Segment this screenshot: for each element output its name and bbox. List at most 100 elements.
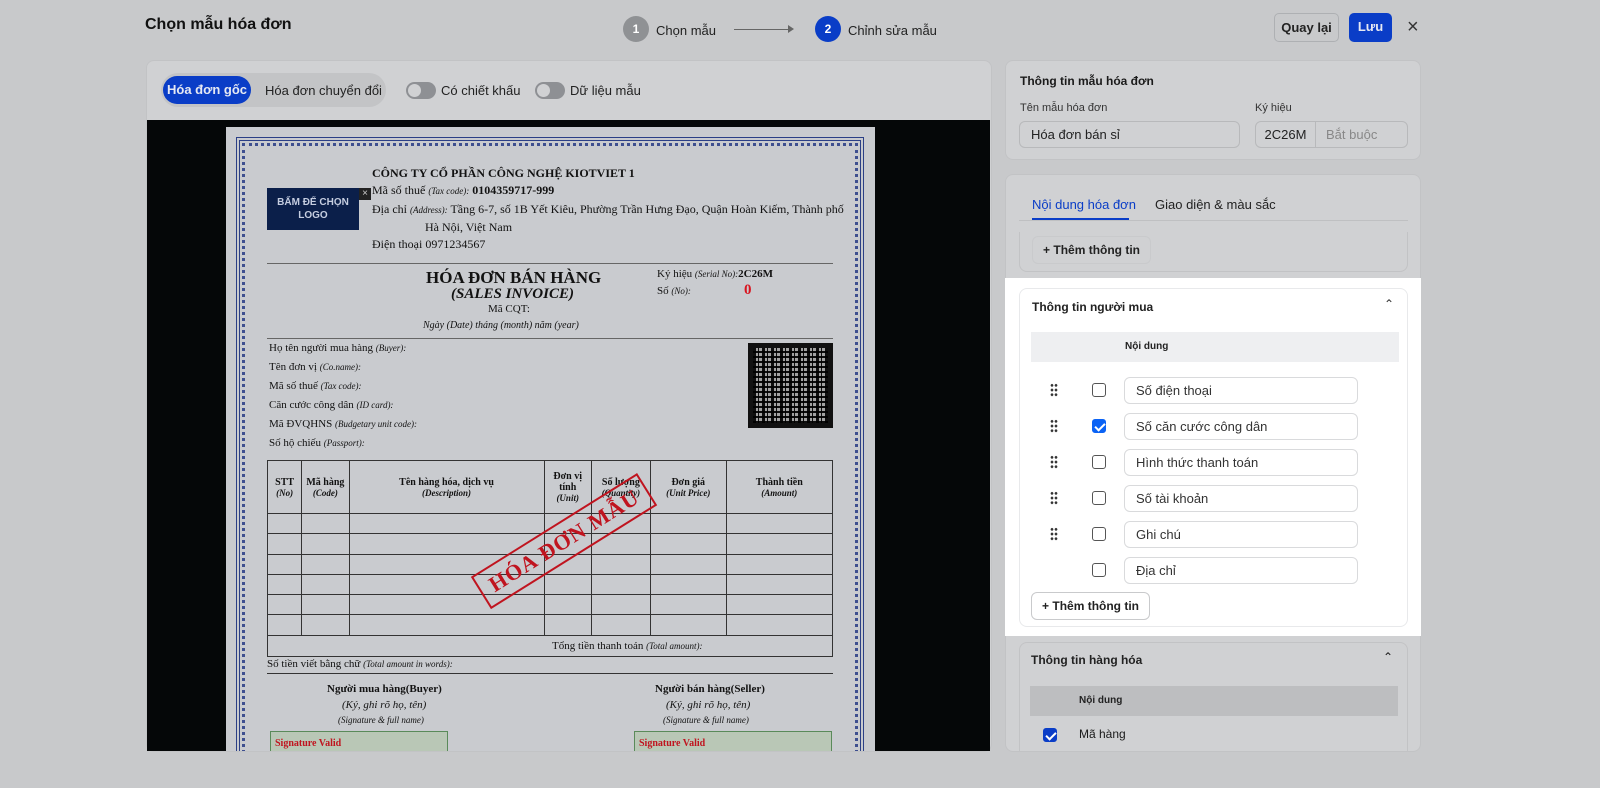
table-cell: [649, 553, 727, 575]
add-buyer-info-button[interactable]: + Thêm thông tin: [1031, 592, 1151, 620]
signature-status: Signature Valid: [275, 738, 342, 749]
field-label-input[interactable]: Số điện thoại: [1124, 377, 1358, 404]
drag-handle-icon[interactable]: [1050, 419, 1058, 433]
company-name: CÔNG TY CỔ PHẦN CÔNG NGHỆ KIOTVIET 1: [372, 166, 635, 180]
field-label-input[interactable]: Số căn cước công dân: [1124, 413, 1358, 440]
step-1-label: Chọn mẫu: [656, 23, 716, 38]
number-label: Số: [657, 285, 669, 297]
table-cell: [348, 512, 545, 535]
tax-label: Mã số thuế: [372, 183, 426, 197]
buyer-field-label-en: (Buyer):: [375, 343, 407, 353]
drag-handle-icon[interactable]: [1050, 527, 1058, 541]
number-label-en: (No):: [671, 286, 691, 296]
table-cell: [348, 614, 545, 636]
table-row: [266, 573, 834, 596]
field-checkbox[interactable]: [1092, 527, 1106, 541]
table-cell: [266, 512, 303, 535]
tax-authority-code: Mã CQT:: [488, 303, 530, 315]
column-header-vi: Thành tiền: [755, 476, 803, 488]
tab-appearance[interactable]: Giao diện & màu sắc: [1155, 197, 1276, 212]
field-checkbox[interactable]: [1092, 455, 1106, 469]
buyer-field: Họ tên người mua hàng (Buyer):: [269, 342, 406, 354]
discount-toggle[interactable]: [406, 82, 436, 99]
collapse-chevron-icon[interactable]: ⌃: [1383, 650, 1393, 664]
field-label-input[interactable]: Hình thức thanh toán: [1124, 449, 1358, 476]
drag-handle-icon[interactable]: [1050, 383, 1058, 397]
table-cell: [301, 594, 350, 616]
sample-data-toggle-label: Dữ liệu mẫu: [570, 83, 641, 98]
collapse-chevron-icon[interactable]: ⌃: [1384, 297, 1394, 311]
buyer-field-label-en: (Passport):: [323, 438, 365, 448]
logo-placeholder[interactable]: BẤM ĐỂ CHỌN LOGO: [267, 188, 359, 230]
table-cell: [266, 573, 303, 596]
buyer-signature-title: Người mua hàng(Buyer): [327, 683, 442, 695]
field-checkbox[interactable]: [1092, 563, 1106, 577]
divider: [267, 338, 833, 339]
buyer-field-label: Mã số thuế: [269, 380, 318, 392]
field-checkbox[interactable]: [1092, 419, 1106, 433]
tab-converted-invoice[interactable]: Hóa đơn chuyển đổi: [265, 83, 382, 98]
drag-handle-icon[interactable]: [1050, 491, 1058, 505]
tab-invoice-content[interactable]: Nội dung hóa đơn: [1032, 197, 1136, 212]
buyer-field-label: Số hộ chiếu: [269, 437, 321, 449]
page-title: Chọn mẫu hóa đơn: [145, 16, 292, 33]
invoice-paper: BẤM ĐỂ CHỌN LOGO × CÔNG TY CỔ PHẦN CÔNG …: [226, 127, 875, 751]
buyer-signature-hint: (Ký, ghi rõ họ, tên): [342, 699, 427, 711]
table-cell: [649, 614, 727, 636]
total-label-en: (Total amount):: [646, 640, 703, 651]
column-header-content: Nội dung: [1079, 695, 1123, 706]
template-name-input[interactable]: Hóa đơn bán sỉ: [1019, 121, 1240, 148]
buyer-field-row: Địa chỉ: [1020, 557, 1409, 585]
goods-row: Mã hàng: [1030, 727, 1398, 751]
add-info-button[interactable]: + Thêm thông tin: [1032, 236, 1152, 264]
field-label-input[interactable]: Số tài khoản: [1124, 485, 1358, 512]
table-cell: [725, 614, 834, 636]
tab-original-invoice[interactable]: Hóa đơn gốc: [163, 76, 251, 104]
invoice-preview: BẤM ĐỂ CHỌN LOGO × CÔNG TY CỔ PHẦN CÔNG …: [147, 120, 990, 751]
table-cell: [266, 614, 303, 636]
column-header: Thành tiền (Amount): [725, 460, 834, 514]
symbol-input[interactable]: 2C26M Bắt buộc: [1255, 121, 1408, 148]
goods-row-checkbox[interactable]: [1043, 728, 1057, 742]
buyer-field-row: Số điện thoại: [1020, 377, 1409, 405]
buyer-signature-hint-en: (Signature & full name): [338, 715, 424, 725]
address-value: Tầng 6-7, số 1B Yết Kiêu, Phường Trần Hư…: [450, 202, 844, 216]
buyer-field-label-en: (Tax code):: [320, 381, 362, 391]
symbol-prefix: 2C26M: [1256, 122, 1316, 147]
column-header-en: (Description): [422, 487, 472, 498]
column-header-en: (Amount): [761, 487, 798, 498]
step-1-badge: 1: [623, 16, 649, 42]
goods-table-header: Nội dung: [1030, 686, 1398, 716]
buyer-field: Số hộ chiếu (Passport):: [269, 437, 365, 449]
step-arrow-icon: [734, 25, 794, 33]
remove-logo-icon[interactable]: ×: [359, 188, 371, 200]
field-label-input[interactable]: Ghi chú: [1124, 521, 1358, 548]
serial-label-en: (Serial No):: [694, 269, 739, 279]
symbol-label: Ký hiệu: [1255, 102, 1292, 114]
drag-handle-icon[interactable]: [1050, 455, 1058, 469]
buyer-section-title: Thông tin người mua: [1032, 300, 1154, 314]
column-header: Tên hàng hóa, dịch vụ (Description): [348, 460, 545, 514]
buyer-field-label: Họ tên người mua hàng: [269, 342, 374, 354]
column-header-en: (Unit): [556, 493, 579, 503]
field-checkbox[interactable]: [1092, 383, 1106, 397]
field-checkbox[interactable]: [1092, 491, 1106, 505]
save-button[interactable]: Lưu: [1349, 13, 1392, 42]
plus-icon: +: [1043, 243, 1051, 257]
step-2-label: Chỉnh sửa mẫu: [848, 23, 937, 38]
buyer-field-label-en: (Co.name):: [319, 362, 361, 372]
field-label-input[interactable]: Địa chỉ: [1124, 557, 1358, 584]
table-row: [266, 594, 834, 616]
close-icon[interactable]: ×: [1407, 16, 1419, 39]
buyer-field-row: Số căn cước công dân: [1020, 413, 1409, 441]
discount-toggle-label: Có chiết khấu: [441, 83, 521, 98]
back-button[interactable]: Quay lại: [1274, 13, 1339, 42]
table-cell: [725, 553, 834, 575]
table-cell: [590, 573, 651, 596]
serial-label: Ký hiệu: [657, 268, 693, 280]
sample-data-toggle[interactable]: [535, 82, 565, 99]
table-cell: [543, 594, 592, 616]
table-cell: [725, 594, 834, 616]
table-cell: [543, 614, 592, 636]
column-header-vi: Đơn vị tính: [553, 471, 582, 493]
